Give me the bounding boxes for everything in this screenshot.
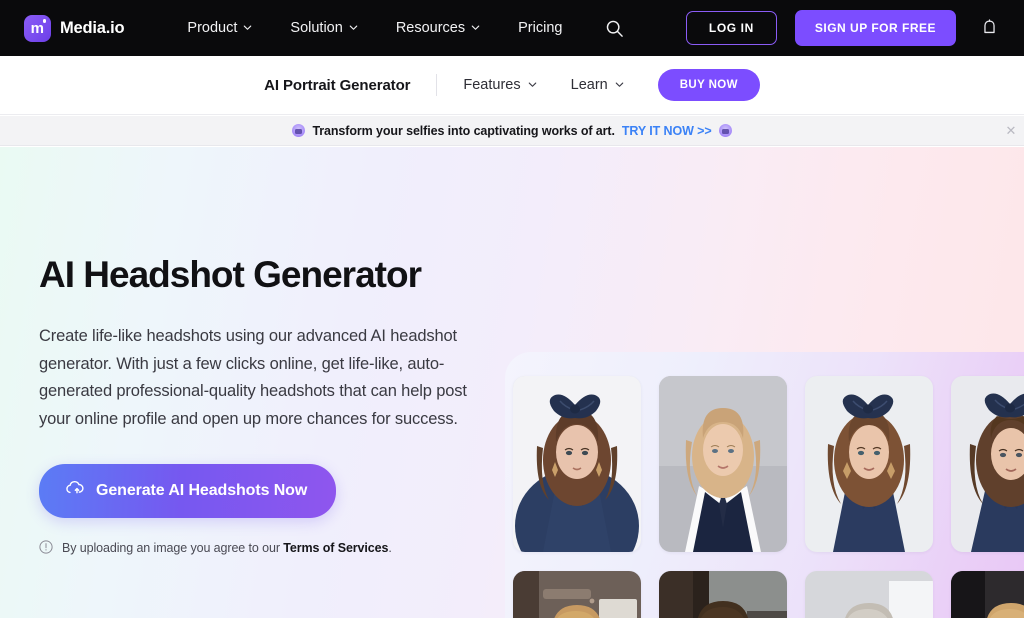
- chevron-down-icon: [349, 23, 358, 32]
- headshot-card-4[interactable]: [951, 376, 1024, 552]
- hero-section: AI Headshot Generator Create life-like h…: [0, 147, 1024, 618]
- sparkle-icon: [718, 124, 732, 137]
- chevron-down-icon: [528, 80, 537, 89]
- promo-link[interactable]: TRY IT NOW >>: [622, 124, 712, 138]
- page-root: m Media.io Product Solution Resources Pr…: [0, 0, 1024, 618]
- terms-prefix: By uploading an image you agree to our: [62, 541, 284, 556]
- info-icon: [39, 540, 53, 557]
- subnav-item-learn[interactable]: Learn: [571, 77, 624, 93]
- terms-of-services-link[interactable]: Terms of Services: [283, 541, 388, 555]
- bell-icon[interactable]: [974, 13, 1004, 43]
- promo-banner: Transform your selfies into captivating …: [0, 116, 1024, 146]
- chevron-down-icon: [471, 23, 480, 32]
- signup-button[interactable]: SIGN UP FOR FREE: [794, 10, 956, 46]
- hero-content: AI Headshot Generator Create life-like h…: [39, 255, 494, 557]
- hero-heading: AI Headshot Generator: [39, 254, 422, 295]
- headshot-card-5[interactable]: [513, 571, 641, 618]
- buy-now-button[interactable]: BUY NOW: [657, 69, 760, 101]
- headshot-card-8[interactable]: [951, 571, 1024, 618]
- top-navigation-bar: m Media.io Product Solution Resources Pr…: [0, 0, 1024, 56]
- headshot-grid: [513, 376, 1024, 618]
- promo-text: Transform your selfies into captivating …: [312, 123, 615, 138]
- hero-description: Create life-like headshots using our adv…: [39, 326, 467, 429]
- nav-item-product[interactable]: Product: [168, 0, 271, 56]
- close-icon[interactable]: ✕: [1002, 122, 1020, 140]
- nav-item-label: Solution: [290, 20, 343, 36]
- nav-item-label: Resources: [395, 20, 466, 36]
- headshot-card-7[interactable]: [805, 571, 933, 618]
- top-nav-actions: LOG IN SIGN UP FOR FREE: [685, 10, 1004, 46]
- nav-item-solution[interactable]: Solution: [271, 0, 376, 56]
- mediaio-logo-icon: m: [24, 14, 51, 42]
- chevron-down-icon: [243, 23, 252, 32]
- search-icon[interactable]: [597, 11, 631, 45]
- sub-navigation-bar: AI Portrait Generator Features Learn BUY…: [0, 56, 1024, 115]
- cloud-upload-icon: [64, 479, 85, 503]
- sparkle-icon: [292, 124, 306, 137]
- headshot-card-6[interactable]: [659, 571, 787, 618]
- page-title: AI Portrait Generator: [264, 76, 411, 94]
- headshot-gallery-panel: [505, 352, 1024, 618]
- generate-headshots-button[interactable]: Generate AI Headshots Now: [39, 463, 337, 518]
- top-nav-items: Product Solution Resources Pricing: [168, 0, 631, 56]
- terms-text: By uploading an image you agree to our T…: [62, 541, 392, 555]
- headshot-card-2[interactable]: [659, 376, 787, 552]
- nav-item-pricing[interactable]: Pricing: [499, 0, 581, 56]
- divider: [436, 74, 438, 96]
- brand-logo[interactable]: m Media.io: [24, 14, 125, 42]
- chevron-down-icon: [615, 80, 624, 89]
- generate-headshots-label: Generate AI Headshots Now: [96, 481, 308, 499]
- login-button[interactable]: LOG IN: [685, 11, 777, 45]
- headshot-card-3[interactable]: [805, 376, 933, 552]
- subnav-item-label: Features: [463, 77, 521, 93]
- brand-name: Media.io: [60, 18, 125, 37]
- subnav-item-label: Learn: [570, 77, 608, 93]
- nav-item-label: Pricing: [518, 20, 563, 36]
- nav-item-label: Product: [187, 20, 238, 36]
- terms-notice: By uploading an image you agree to our T…: [39, 540, 494, 557]
- terms-suffix: .: [388, 541, 392, 556]
- subnav-item-features[interactable]: Features: [463, 77, 536, 93]
- nav-item-resources[interactable]: Resources: [377, 0, 499, 56]
- headshot-card-1[interactable]: [513, 376, 641, 552]
